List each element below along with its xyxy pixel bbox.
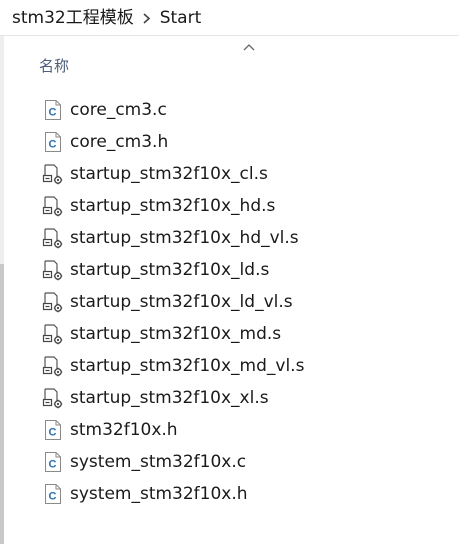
file-list-item[interactable]: startup_stm32f10x_md_vl.s bbox=[39, 350, 459, 382]
file-list-item[interactable]: startup_stm32f10x_hd.s bbox=[39, 190, 459, 222]
c-source-file-icon: C bbox=[41, 482, 65, 506]
scrollbar-thumb[interactable] bbox=[0, 264, 4, 544]
svg-text:C: C bbox=[49, 139, 57, 151]
assembly-file-icon bbox=[41, 290, 65, 314]
file-list-item[interactable]: startup_stm32f10x_ld_vl.s bbox=[39, 286, 459, 318]
breadcrumb-item-start[interactable]: Start bbox=[158, 6, 204, 30]
navigation-pane-scrollbar[interactable] bbox=[0, 36, 4, 544]
c-source-file-icon: C bbox=[41, 130, 65, 154]
file-name: startup_stm32f10x_cl.s bbox=[70, 164, 268, 184]
file-list-item[interactable]: startup_stm32f10x_cl.s bbox=[39, 158, 459, 190]
file-name: system_stm32f10x.c bbox=[70, 452, 247, 472]
file-list-item[interactable]: startup_stm32f10x_xl.s bbox=[39, 382, 459, 414]
file-name: startup_stm32f10x_md_vl.s bbox=[70, 356, 305, 376]
file-name: startup_stm32f10x_hd_vl.s bbox=[70, 228, 299, 248]
file-list-item[interactable]: Ccore_cm3.c bbox=[39, 94, 459, 126]
c-source-file-icon: C bbox=[41, 450, 65, 474]
file-name: core_cm3.h bbox=[70, 132, 169, 152]
svg-text:C: C bbox=[49, 459, 57, 471]
assembly-file-icon bbox=[41, 194, 65, 218]
file-name: stm32f10x.h bbox=[70, 420, 178, 440]
assembly-file-icon bbox=[41, 386, 65, 410]
file-list-item[interactable]: Csystem_stm32f10x.c bbox=[39, 446, 459, 478]
file-name: core_cm3.c bbox=[70, 100, 167, 120]
svg-text:C: C bbox=[49, 107, 57, 119]
file-list-item[interactable]: startup_stm32f10x_md.s bbox=[39, 318, 459, 350]
name-column-header[interactable]: 名称 bbox=[39, 55, 69, 76]
file-list-item[interactable]: Ccore_cm3.h bbox=[39, 126, 459, 158]
file-name: startup_stm32f10x_hd.s bbox=[70, 196, 276, 216]
file-name: system_stm32f10x.h bbox=[70, 484, 248, 504]
file-name: startup_stm32f10x_ld_vl.s bbox=[70, 292, 293, 312]
c-source-file-icon: C bbox=[41, 98, 65, 122]
file-list-item[interactable]: startup_stm32f10x_ld.s bbox=[39, 254, 459, 286]
file-name: startup_stm32f10x_xl.s bbox=[70, 388, 269, 408]
assembly-file-icon bbox=[41, 162, 65, 186]
chevron-right-icon[interactable] bbox=[136, 8, 158, 28]
svg-text:C: C bbox=[49, 491, 57, 503]
breadcrumb-item-project[interactable]: stm32工程模板 bbox=[10, 6, 136, 30]
svg-text:C: C bbox=[49, 427, 57, 439]
file-list-item[interactable]: Csystem_stm32f10x.h bbox=[39, 478, 459, 510]
assembly-file-icon bbox=[41, 258, 65, 282]
file-name: startup_stm32f10x_ld.s bbox=[70, 260, 270, 280]
file-list-item[interactable]: Cstm32f10x.h bbox=[39, 414, 459, 446]
file-name: startup_stm32f10x_md.s bbox=[70, 324, 282, 344]
assembly-file-icon bbox=[41, 226, 65, 250]
file-list-item[interactable]: startup_stm32f10x_hd_vl.s bbox=[39, 222, 459, 254]
file-list: Ccore_cm3.c Ccore_cm3.h startup_stm32f10x_… bbox=[39, 94, 459, 510]
sort-ascending-icon bbox=[243, 44, 255, 51]
breadcrumb: stm32工程模板 Start bbox=[0, 0, 459, 36]
c-source-file-icon: C bbox=[41, 418, 65, 442]
assembly-file-icon bbox=[41, 322, 65, 346]
assembly-file-icon bbox=[41, 354, 65, 378]
